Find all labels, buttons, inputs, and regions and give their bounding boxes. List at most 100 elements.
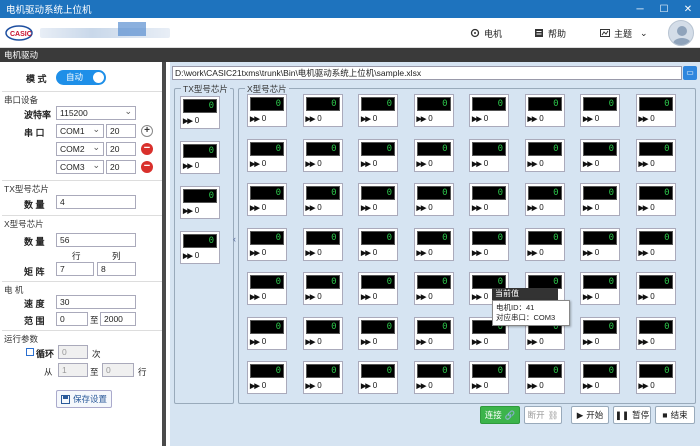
x-motor-cell[interactable]: 0▶▶0 [413, 183, 454, 216]
x-motor-cell[interactable]: 0▶▶0 [580, 138, 620, 172]
folder-open-icon[interactable]: ▭ [683, 66, 697, 80]
port-field-3[interactable]: 20 [106, 160, 136, 174]
x-motor-cell[interactable]: 0▶▶0 [635, 94, 676, 127]
x-motor-cell[interactable]: 0▶▶0 [302, 227, 343, 261]
tx-motor-cell[interactable]: 0 ▶▶ 0 [180, 186, 220, 219]
x-motor-cell[interactable]: 0▶▶0 [524, 138, 565, 172]
x-motor-cell[interactable]: 0▶▶0 [469, 361, 509, 394]
remove-port-button-2[interactable]: − [141, 143, 153, 155]
x-motor-cell[interactable]: 0▶▶0 [247, 316, 287, 350]
x-motor-cell[interactable]: 0▶▶0 [247, 227, 287, 261]
x-motor-cell[interactable]: 0▶▶0 [302, 361, 343, 394]
fast-forward-icon: ▶▶ [416, 160, 427, 168]
range-min-input[interactable]: 0 [56, 312, 88, 326]
motor-counter: ▶▶0 [361, 203, 377, 212]
x-motor-cell[interactable]: 0▶▶0 [635, 183, 676, 216]
x-motor-cell[interactable]: 0▶▶0 [580, 361, 620, 394]
x-motor-cell[interactable]: 0▶▶0 [469, 227, 509, 261]
end-button[interactable]: ■ 结束 [655, 406, 695, 424]
x-motor-cell[interactable]: 0▶▶0 [358, 272, 398, 305]
x-motor-cell[interactable]: 0▶▶0 [635, 361, 676, 394]
x-motor-cell[interactable]: 0▶▶0 [580, 183, 620, 216]
x-motor-cell[interactable]: 0▶▶0 [302, 183, 343, 216]
range-max-input[interactable]: 2000 [100, 312, 136, 326]
x-motor-cell[interactable]: 0▶▶0 [302, 138, 343, 172]
x-motor-cell[interactable]: 0▶▶0 [580, 94, 620, 127]
loop-count-input[interactable]: 0 [58, 345, 88, 359]
x-motor-cell[interactable]: 0▶▶0 [524, 94, 565, 127]
nav-theme[interactable]: 主题 ⌄ [600, 26, 648, 40]
tx-motor-cell[interactable]: 0 ▶▶ 0 [180, 231, 220, 264]
tx-motor-cell[interactable]: 0 ▶▶ 0 [180, 96, 220, 129]
tx-count-input[interactable]: 4 [56, 195, 136, 209]
start-button[interactable]: ▶ 开始 [571, 406, 609, 424]
x-motor-cell[interactable]: 0▶▶0 [524, 183, 565, 216]
avatar[interactable] [668, 20, 694, 46]
x-motor-cell[interactable]: 0▶▶0 [524, 227, 565, 261]
tx-motor-cell[interactable]: 0 ▶▶ 0 [180, 141, 220, 174]
x-motor-cell[interactable]: 0▶▶0 [580, 316, 620, 350]
mode-toggle[interactable]: 自动 [56, 70, 106, 85]
x-motor-cell[interactable]: 0▶▶0 [580, 227, 620, 261]
loop-checkbox[interactable] [26, 348, 34, 356]
x-motor-cell[interactable]: 0▶▶0 [358, 316, 398, 350]
save-settings-button[interactable]: 保存设置 [56, 390, 112, 408]
disconnect-button[interactable]: 断开 ⛓ [524, 406, 562, 424]
x-motor-cell[interactable]: 0▶▶0 [469, 138, 509, 172]
port-field-2[interactable]: 20 [106, 142, 136, 156]
port-select-2[interactable]: COM2 [56, 141, 104, 156]
x-motor-cell[interactable]: 0▶▶0 [635, 272, 676, 305]
x-motor-cell[interactable]: 0▶▶0 [469, 94, 509, 127]
motor-count-value: 0 [194, 206, 200, 215]
port-field-1[interactable]: 20 [106, 124, 136, 138]
x-motor-cell[interactable]: 0▶▶0 [358, 361, 398, 394]
nav-help[interactable]: 帮助 [534, 26, 566, 40]
minimize-button[interactable]: ─ [628, 0, 652, 18]
x-motor-cell[interactable]: 0▶▶0 [413, 361, 454, 394]
x-motor-cell[interactable]: 0▶▶0 [247, 361, 287, 394]
motor-count-value: 0 [428, 381, 433, 390]
x-motor-cell[interactable]: 0▶▶0 [358, 227, 398, 261]
x-motor-cell[interactable]: 0▶▶0 [247, 138, 287, 172]
x-motor-cell[interactable]: 0▶▶0 [358, 138, 398, 172]
x-motor-cell[interactable]: 0▶▶0 [413, 94, 454, 127]
x-motor-cell[interactable]: 0▶▶0 [469, 183, 509, 216]
x-motor-cell[interactable]: 0▶▶0 [413, 316, 454, 350]
motor-counter: ▶▶0 [472, 381, 488, 390]
x-motor-cell[interactable]: 0▶▶0 [524, 361, 565, 394]
close-button[interactable]: ✕ [676, 0, 700, 18]
connect-button[interactable]: 连接 🔗 [480, 406, 520, 424]
port-select-3[interactable]: COM3 [56, 159, 104, 174]
x-motor-cell[interactable]: 0▶▶0 [413, 227, 454, 261]
x-motor-cell[interactable]: 0▶▶0 [358, 183, 398, 216]
port-select-1[interactable]: COM1 [56, 123, 104, 138]
fast-forward-icon: ▶▶ [472, 205, 482, 212]
add-port-button[interactable]: + [141, 125, 153, 137]
baud-select[interactable]: 115200 [56, 105, 136, 120]
x-motor-cell[interactable]: 0▶▶0 [413, 138, 454, 172]
matrix-cols-input[interactable]: 8 [97, 262, 136, 276]
matrix-rows-input[interactable]: 7 [56, 262, 94, 276]
file-path-field[interactable]: D:\work\CASIC21txms\trunk\Bin\电机驱动系统上位机\… [172, 66, 682, 80]
x-motor-cell[interactable]: 0▶▶0 [302, 272, 343, 305]
x-count-input[interactable]: 56 [56, 233, 136, 247]
x-motor-cell[interactable]: 0▶▶0 [580, 272, 620, 305]
nav-motor[interactable]: 电机 [470, 26, 502, 40]
speed-input[interactable]: 30 [56, 295, 136, 309]
x-motor-cell[interactable]: 0▶▶0 [635, 316, 676, 350]
collapse-arrow-icon[interactable]: ‹ [233, 234, 236, 244]
pause-button[interactable]: ❚❚ 暂停 [613, 406, 651, 424]
remove-port-button-3[interactable]: − [141, 161, 153, 173]
x-motor-cell[interactable]: 0▶▶0 [247, 183, 287, 216]
to-row-input[interactable]: 0 [102, 363, 134, 377]
x-motor-cell[interactable]: 0▶▶0 [247, 94, 287, 127]
maximize-button[interactable]: ☐ [652, 0, 676, 18]
from-row-input[interactable]: 1 [58, 363, 88, 377]
x-motor-cell[interactable]: 0▶▶0 [635, 138, 676, 172]
x-motor-cell[interactable]: 0▶▶0 [302, 316, 343, 350]
x-motor-cell[interactable]: 0▶▶0 [302, 94, 343, 127]
x-motor-cell[interactable]: 0▶▶0 [247, 272, 287, 305]
x-motor-cell[interactable]: 0▶▶0 [358, 94, 398, 127]
x-motor-cell[interactable]: 0▶▶0 [635, 227, 676, 261]
x-motor-cell[interactable]: 0▶▶0 [413, 272, 454, 305]
